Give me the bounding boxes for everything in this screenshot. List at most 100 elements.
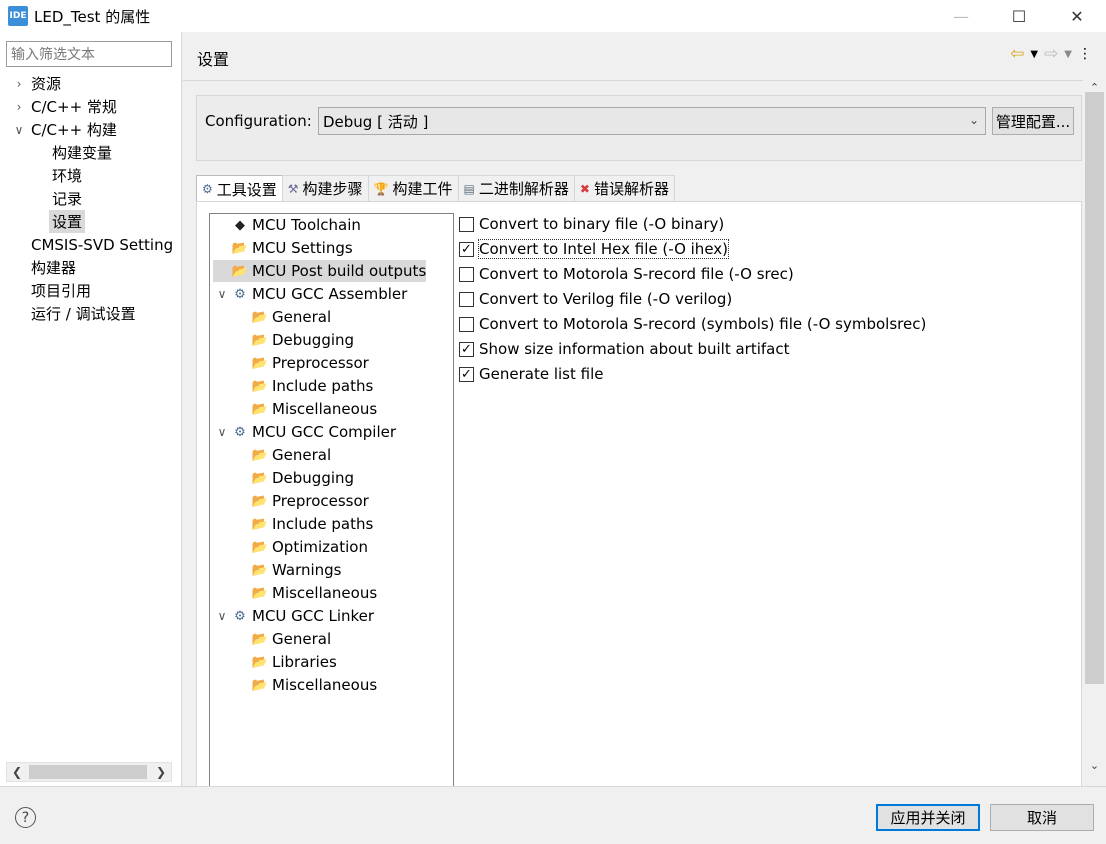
maximize-icon[interactable]: ☐ xyxy=(990,0,1048,32)
chevron-right-icon[interactable]: › xyxy=(12,100,26,114)
build-artifact-icon: 🏆 xyxy=(373,181,389,196)
window-title: LED_Test 的属性 xyxy=(34,7,151,26)
folder-icon: 📂 xyxy=(251,493,269,509)
tab-error-parser[interactable]: ✖ 错误解析器 xyxy=(573,175,675,201)
option-row: Convert to Motorola S-record (symbols) f… xyxy=(459,313,926,335)
tab-binary-parser[interactable]: ▤ 二进制解析器 xyxy=(457,175,575,201)
option-label[interactable]: Convert to Motorola S-record file (-O sr… xyxy=(479,265,794,283)
nav-item[interactable]: 记录 xyxy=(52,187,82,210)
tree-item[interactable]: 📂 MCU Post build outputs xyxy=(213,260,427,282)
dropdown-icon[interactable]: ▼ xyxy=(1064,49,1072,60)
scroll-left-icon[interactable]: ❮ xyxy=(7,763,27,781)
more-icon[interactable]: ⋮ xyxy=(1078,46,1092,62)
chevron-down-icon[interactable]: ∨ xyxy=(213,609,231,623)
tree-item[interactable]: 📂 Miscellaneous xyxy=(251,674,377,696)
nav-item[interactable]: 构建器 xyxy=(12,256,76,279)
tree-item[interactable]: 📂 General xyxy=(251,444,331,466)
option-label[interactable]: Convert to Motorola S-record (symbols) f… xyxy=(479,315,926,333)
vertical-scrollbar[interactable]: ⌃ ⌄ xyxy=(1083,80,1106,786)
checkbox-checked[interactable]: ✓ xyxy=(459,241,474,257)
tree-item[interactable]: 📂 Preprocessor xyxy=(251,352,369,374)
nav-item-label: 设置 xyxy=(49,210,86,233)
tree-item-label: Optimization xyxy=(272,538,368,556)
tab-build-steps[interactable]: ⚒ 构建步骤 xyxy=(281,175,369,201)
forward-arrow-icon[interactable]: ⇨ xyxy=(1044,44,1058,64)
tree-item[interactable]: ∨ ⚙ MCU GCC Linker xyxy=(213,605,375,627)
close-icon[interactable]: ✕ xyxy=(1048,0,1106,32)
nav-item[interactable]: 构建变量 xyxy=(52,141,112,164)
nav-item[interactable]: 环境 xyxy=(52,164,82,187)
option-label[interactable]: Convert to Intel Hex file (-O ihex) xyxy=(477,239,730,259)
tree-item[interactable]: 📂 Debugging xyxy=(251,467,354,489)
chevron-down-icon[interactable]: ∨ xyxy=(12,123,26,137)
tree-item[interactable]: 📂 Miscellaneous xyxy=(251,398,377,420)
checkbox-checked[interactable]: ✓ xyxy=(459,341,474,357)
cancel-button[interactable]: 取消 xyxy=(990,804,1094,831)
tree-item[interactable]: 📂 Debugging xyxy=(251,329,354,351)
tree-item[interactable]: 📂 General xyxy=(251,306,331,328)
tree-item[interactable]: 📂 Warnings xyxy=(251,559,342,581)
nav-item[interactable]: › C/C++ 常规 xyxy=(12,95,117,118)
tree-item[interactable]: 📂 General xyxy=(251,628,331,650)
tree-item-label: MCU Settings xyxy=(252,239,353,257)
tree-item[interactable]: 📂 Include paths xyxy=(251,513,373,535)
chevron-down-icon[interactable]: ∨ xyxy=(213,425,231,439)
nav-item[interactable]: 设置 xyxy=(49,210,86,233)
scrollbar-thumb[interactable] xyxy=(29,765,147,779)
tool-settings-tree: ◆ MCU Toolchain 📂 MCU Settings 📂 MCU Post bui… xyxy=(209,213,454,788)
folder-icon: 📂 xyxy=(231,240,249,256)
horizontal-scrollbar[interactable]: ❮ ❯ xyxy=(6,762,172,782)
checkbox-checked[interactable]: ✓ xyxy=(459,366,474,382)
footer: ? 应用并关闭 取消 xyxy=(0,786,1106,844)
nav-icons: ⇦ ▼ ⇨ ▼ ⋮ xyxy=(1010,44,1092,64)
checkbox-unchecked[interactable] xyxy=(459,216,474,232)
tree-item[interactable]: ∨ ⚙ MCU GCC Assembler xyxy=(213,283,408,305)
tree-item[interactable]: 📂 Preprocessor xyxy=(251,490,369,512)
back-arrow-icon[interactable]: ⇦ xyxy=(1010,44,1024,64)
tree-item[interactable]: 📂 Libraries xyxy=(251,651,337,673)
folder-icon: 📂 xyxy=(251,677,269,693)
nav-item[interactable]: CMSIS-SVD Setting xyxy=(12,233,173,256)
tree-item[interactable]: ∨ ⚙ MCU GCC Compiler xyxy=(213,421,396,443)
tab-build-artifact[interactable]: 🏆 构建工件 xyxy=(367,175,459,201)
nav-item[interactable]: 项目引用 xyxy=(12,279,91,302)
tool-settings-icon: ⚙ xyxy=(202,182,213,196)
nav-item[interactable]: 运行 / 调试设置 xyxy=(12,302,136,325)
folder-icon: 📂 xyxy=(251,355,269,371)
tree-item[interactable]: ◆ MCU Toolchain xyxy=(213,214,361,236)
minimize-icon[interactable]: — xyxy=(932,0,990,32)
tree-item[interactable]: 📂 Miscellaneous xyxy=(251,582,377,604)
filter-input[interactable]: 输入筛选文本 xyxy=(6,41,172,67)
tree-item[interactable]: 📂 MCU Settings xyxy=(213,237,353,259)
checkbox-unchecked[interactable] xyxy=(459,316,474,332)
chevron-down-icon[interactable]: ∨ xyxy=(213,287,231,301)
option-row: ✓ Generate list file xyxy=(459,363,603,385)
scroll-right-icon[interactable]: ❯ xyxy=(151,763,171,781)
option-label[interactable]: Show size information about built artifa… xyxy=(479,340,790,358)
folder-icon: 📂 xyxy=(251,516,269,532)
nav-item[interactable]: › 资源 xyxy=(12,72,61,95)
option-label[interactable]: Generate list file xyxy=(479,365,603,383)
tree-item-label: MCU GCC Assembler xyxy=(252,285,408,303)
configuration-panel: Configuration: Debug [ 活动 ] ⌄ 管理配置... xyxy=(196,95,1082,161)
manage-configurations-button[interactable]: 管理配置... xyxy=(992,107,1074,135)
apply-and-close-button[interactable]: 应用并关闭 xyxy=(876,804,980,831)
tab-body: ◆ MCU Toolchain 📂 MCU Settings 📂 MCU Post bui… xyxy=(196,201,1082,788)
tree-item-label: General xyxy=(272,446,332,464)
scroll-down-icon[interactable]: ⌄ xyxy=(1083,758,1106,772)
nav-item[interactable]: ∨ C/C++ 构建 xyxy=(12,118,117,141)
dropdown-icon[interactable]: ▼ xyxy=(1030,49,1038,60)
checkbox-unchecked[interactable] xyxy=(459,266,474,282)
tab-tool-settings[interactable]: ⚙ 工具设置 xyxy=(196,175,283,202)
nav-item-label: C/C++ 常规 xyxy=(31,98,117,116)
option-label[interactable]: Convert to Verilog file (-O verilog) xyxy=(479,290,732,308)
tree-item[interactable]: 📂 Optimization xyxy=(251,536,368,558)
checkbox-unchecked[interactable] xyxy=(459,291,474,307)
chevron-right-icon[interactable]: › xyxy=(12,77,26,91)
scrollbar-thumb[interactable] xyxy=(1085,92,1104,684)
configuration-select[interactable]: Debug [ 活动 ] ⌄ xyxy=(318,107,986,135)
help-icon[interactable]: ? xyxy=(15,807,36,828)
option-label[interactable]: Convert to binary file (-O binary) xyxy=(479,215,724,233)
folder-icon: 📂 xyxy=(251,309,269,325)
tree-item[interactable]: 📂 Include paths xyxy=(251,375,373,397)
